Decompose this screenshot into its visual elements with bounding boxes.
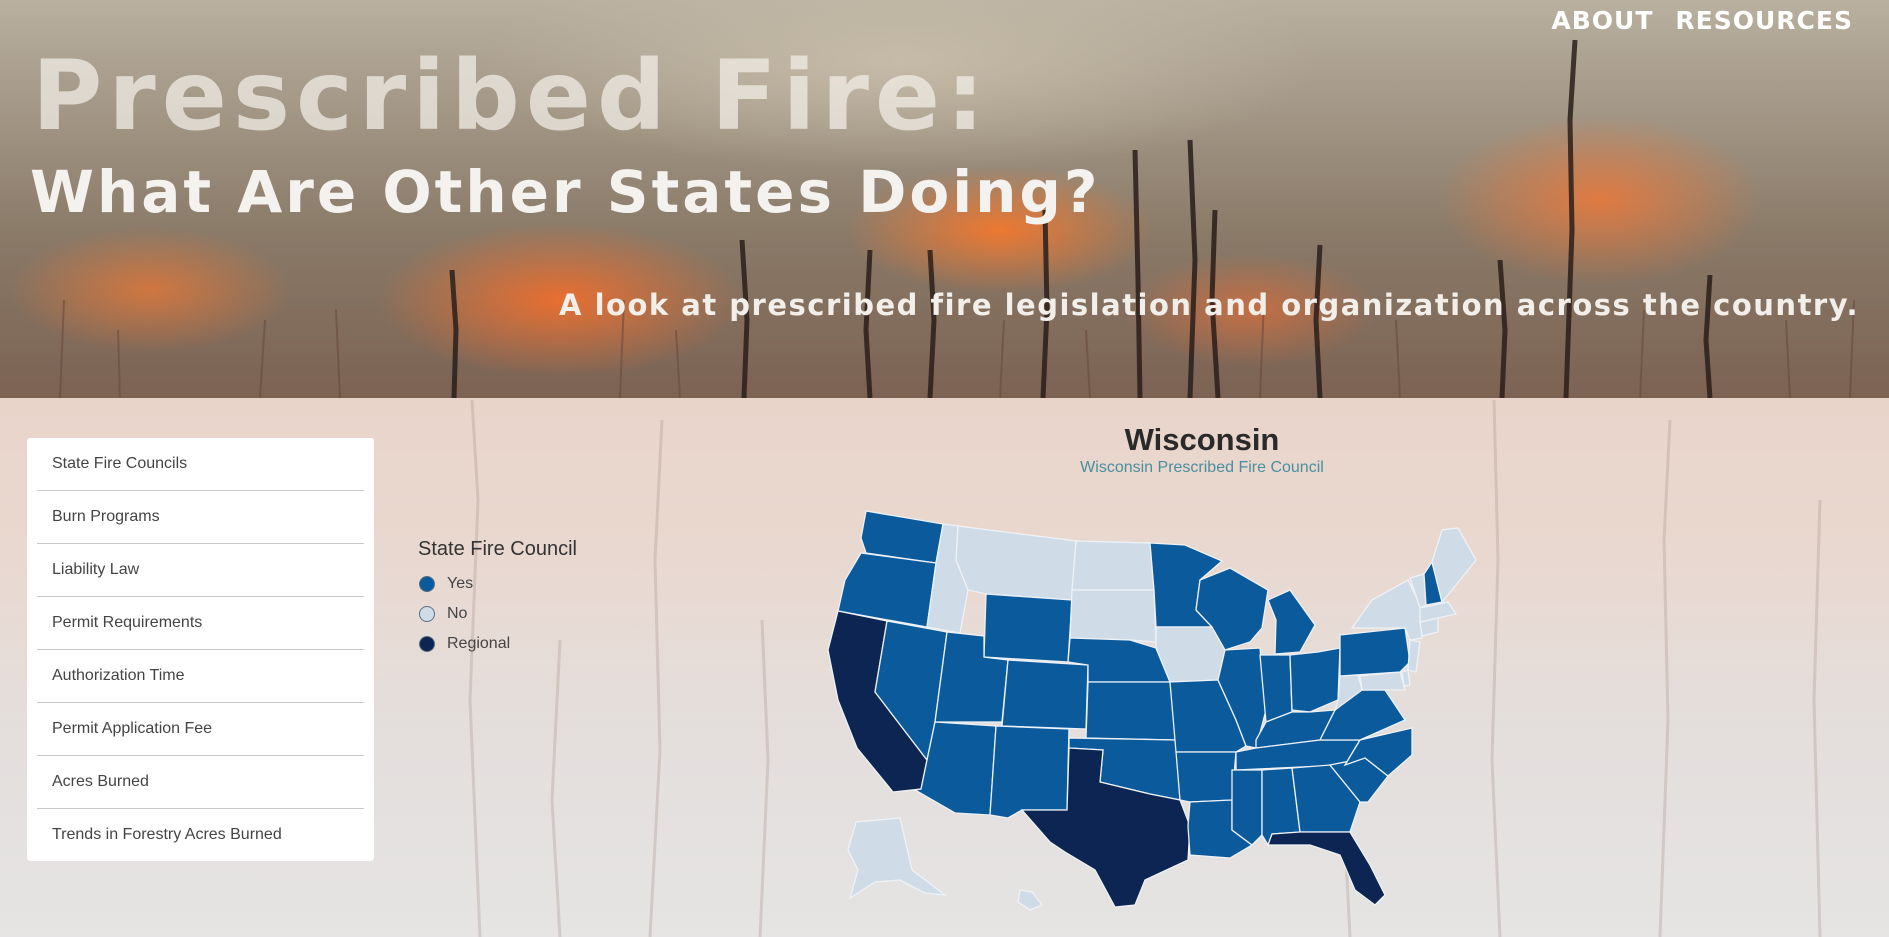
legend-label-no: No	[447, 605, 468, 622]
legend-swatch-regional	[419, 636, 435, 652]
menu-item-state-fire-councils[interactable]: State Fire Councils	[37, 438, 364, 491]
state-hawaii[interactable]	[1017, 889, 1044, 911]
state-kansas[interactable]	[1085, 681, 1177, 741]
state-colorado[interactable]	[1001, 659, 1089, 730]
menu-item-authorization-time[interactable]: Authorization Time	[37, 650, 364, 703]
topic-menu: State Fire Councils Burn Programs Liabil…	[27, 438, 374, 861]
about-link[interactable]: ABOUT	[1551, 6, 1653, 35]
page-title: Prescribed Fire:	[32, 40, 991, 152]
page-subtitle: A look at prescribed fire legislation an…	[559, 288, 1859, 322]
menu-item-trends-forestry-acres[interactable]: Trends in Forestry Acres Burned	[37, 809, 364, 861]
menu-item-permit-application-fee[interactable]: Permit Application Fee	[37, 703, 364, 756]
state-pennsylvania[interactable]	[1339, 627, 1411, 677]
menu-item-liability-law[interactable]: Liability Law	[37, 544, 364, 597]
state-north-dakota[interactable]	[1071, 540, 1155, 591]
legend-item-yes: Yes	[418, 569, 577, 599]
selected-state-council: Wisconsin Prescribed Fire Council	[1080, 459, 1324, 476]
state-michigan[interactable]	[1267, 589, 1316, 655]
state-arkansas[interactable]	[1175, 751, 1237, 803]
legend-title: State Fire Council	[418, 538, 577, 560]
menu-item-burn-programs[interactable]: Burn Programs	[37, 491, 364, 544]
state-new-mexico[interactable]	[989, 725, 1070, 819]
state-wyoming[interactable]	[983, 593, 1073, 663]
map-legend: State Fire Council Yes No Regional	[418, 538, 577, 659]
state-ohio[interactable]	[1289, 647, 1341, 713]
state-maine[interactable]	[1431, 527, 1477, 604]
legend-label-yes: Yes	[447, 575, 474, 592]
state-new-jersey[interactable]	[1407, 639, 1421, 673]
state-south-dakota[interactable]	[1069, 589, 1157, 643]
state-montana[interactable]	[955, 525, 1077, 601]
legend-item-no: No	[418, 599, 577, 629]
legend-label-regional: Regional	[447, 635, 511, 652]
legend-swatch-yes	[419, 576, 435, 592]
state-indiana[interactable]	[1259, 654, 1293, 723]
legend-swatch-no	[419, 606, 435, 622]
us-states-map	[827, 510, 1477, 911]
state-mississippi[interactable]	[1231, 769, 1263, 846]
state-alaska[interactable]	[847, 817, 948, 900]
selected-state-name: Wisconsin	[1124, 422, 1280, 457]
legend-item-regional: Regional	[418, 629, 577, 659]
menu-item-acres-burned[interactable]: Acres Burned	[37, 756, 364, 809]
state-florida[interactable]	[1267, 831, 1386, 906]
resources-link[interactable]: RESOURCES	[1675, 6, 1853, 35]
page-title-question: What Are Other States Doing?	[30, 158, 1101, 226]
state-iowa[interactable]	[1155, 626, 1226, 683]
top-nav: ABOUT RESOURCES	[1551, 6, 1853, 35]
menu-item-permit-requirements[interactable]: Permit Requirements	[37, 597, 364, 650]
state-delaware[interactable]	[1401, 669, 1411, 687]
